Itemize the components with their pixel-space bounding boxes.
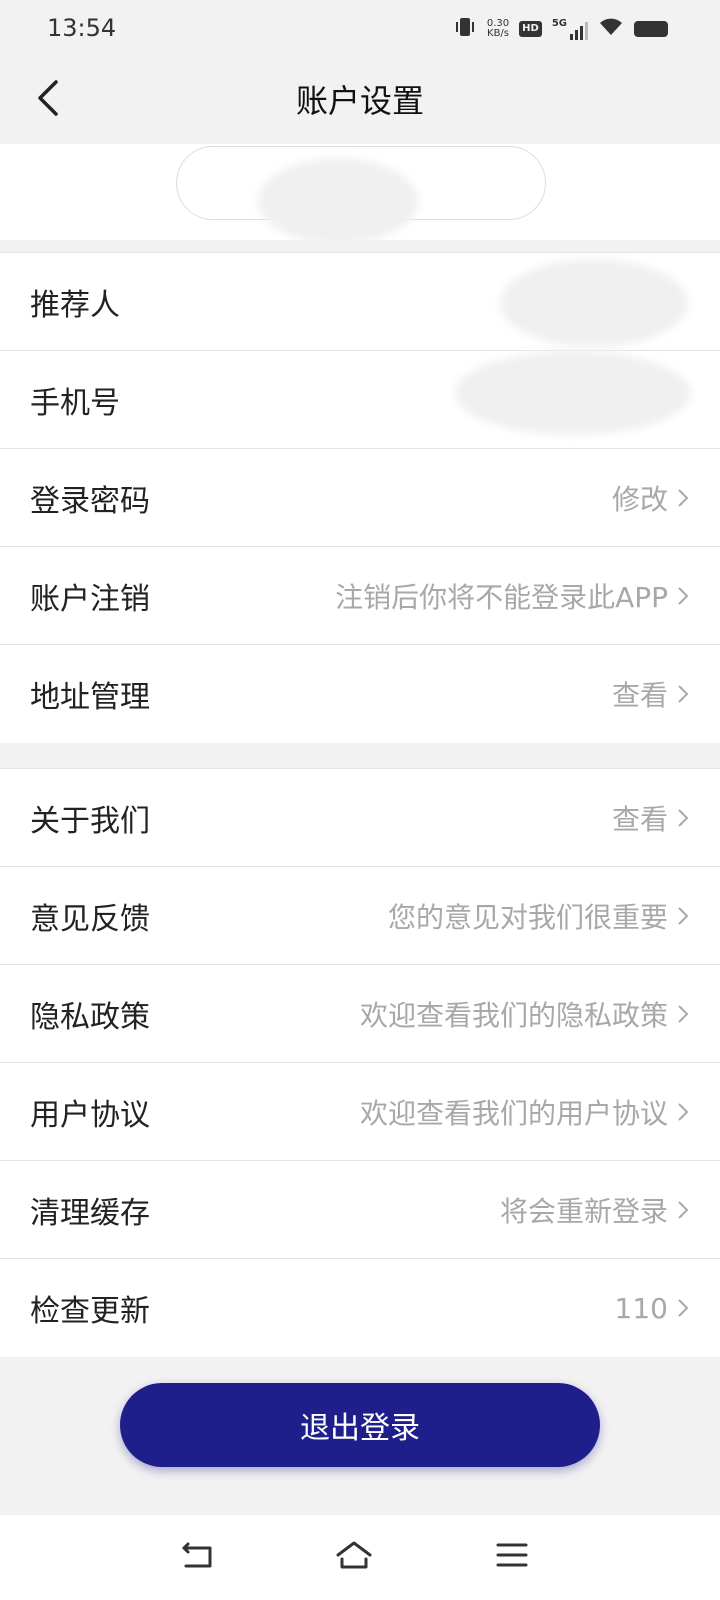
status-time: 13:54 [47, 14, 117, 42]
row-label: 用户协议 [30, 1097, 150, 1133]
settings-group-general: 关于我们 查看 意见反馈 您的意见对我们很重要 隐私政策 欢迎查看我们的隐私政策… [0, 768, 720, 1357]
system-home-button[interactable] [334, 1537, 374, 1577]
system-back-button[interactable] [178, 1537, 218, 1577]
row-label: 隐私政策 [30, 999, 150, 1035]
menu-icon [496, 1541, 528, 1573]
row-value: 注销后你将不能登录此APP [335, 580, 668, 614]
row-privacy-policy[interactable]: 隐私政策 欢迎查看我们的隐私政策 [0, 965, 720, 1063]
row-phone[interactable]: 手机号 [0, 351, 720, 449]
row-label: 关于我们 [30, 803, 150, 839]
page-title: 账户设置 [295, 82, 424, 120]
row-value: 您的意见对我们很重要 [387, 900, 668, 934]
battery-icon [634, 21, 668, 37]
redacted-area [500, 259, 688, 347]
back-nav-icon [180, 1540, 216, 1574]
status-bar: 13:54 0.30 KB/s HD 5G [0, 0, 720, 56]
row-label: 地址管理 [30, 680, 150, 715]
row-value: 欢迎查看我们的隐私政策 [359, 998, 668, 1032]
network-speed-unit: KB/s [487, 28, 510, 39]
wifi-icon [598, 17, 624, 41]
row-about-us[interactable]: 关于我们 查看 [0, 769, 720, 867]
row-value: 修改 [611, 482, 668, 516]
row-user-agreement[interactable]: 用户协议 欢迎查看我们的用户协议 [0, 1063, 720, 1161]
chevron-right-icon [678, 1103, 689, 1121]
signal-icon: 5G [552, 18, 588, 40]
chevron-right-icon [678, 1005, 689, 1023]
row-check-update[interactable]: 检查更新 110 [0, 1259, 720, 1357]
chevron-right-icon [678, 809, 689, 827]
chevron-right-icon [678, 1299, 689, 1317]
system-menu-button[interactable] [492, 1537, 532, 1577]
row-label: 清理缓存 [30, 1195, 150, 1231]
row-account-deletion[interactable]: 账户注销 注销后你将不能登录此APP [0, 547, 720, 645]
settings-group-account: 推荐人 手机号 登录密码 修改 账户注销 注销后你将不能登录此APP 地址管理 … [0, 252, 720, 743]
nav-bar: 账户设置 [0, 56, 720, 144]
row-value: 查看 [611, 679, 668, 712]
chevron-right-icon [678, 1201, 689, 1219]
redacted-area [258, 158, 418, 244]
vibrate-icon [453, 16, 477, 42]
network-type-label: 5G [551, 18, 567, 29]
profile-strip [0, 144, 720, 244]
chevron-right-icon [678, 907, 689, 925]
row-value: 将会重新登录 [499, 1194, 668, 1228]
chevron-right-icon [678, 685, 689, 703]
row-login-password[interactable]: 登录密码 修改 [0, 449, 720, 547]
row-value: 查看 [611, 802, 668, 836]
status-icons: 0.30 KB/s HD 5G [453, 14, 668, 44]
hd-icon: HD [519, 21, 542, 37]
home-icon [334, 1539, 374, 1575]
row-value: 欢迎查看我们的用户协议 [359, 1096, 668, 1130]
redacted-area [455, 351, 691, 435]
row-feedback[interactable]: 意见反馈 您的意见对我们很重要 [0, 867, 720, 965]
chevron-right-icon [678, 489, 689, 507]
chevron-right-icon [678, 587, 689, 605]
row-label: 意见反馈 [30, 901, 150, 937]
row-value: 110 [614, 1291, 668, 1325]
row-referrer[interactable]: 推荐人 [0, 253, 720, 351]
row-clear-cache[interactable]: 清理缓存 将会重新登录 [0, 1161, 720, 1259]
row-label: 登录密码 [30, 483, 150, 519]
row-label: 账户注销 [30, 581, 150, 617]
row-label: 推荐人 [30, 287, 120, 323]
row-label: 手机号 [30, 385, 120, 421]
logout-button[interactable]: 退出登录 [120, 1383, 600, 1467]
row-address-management[interactable]: 地址管理 查看 [0, 645, 720, 743]
system-nav-bar [0, 1515, 720, 1600]
network-speed: 0.30 KB/s [487, 19, 509, 39]
row-label: 检查更新 [30, 1294, 150, 1329]
